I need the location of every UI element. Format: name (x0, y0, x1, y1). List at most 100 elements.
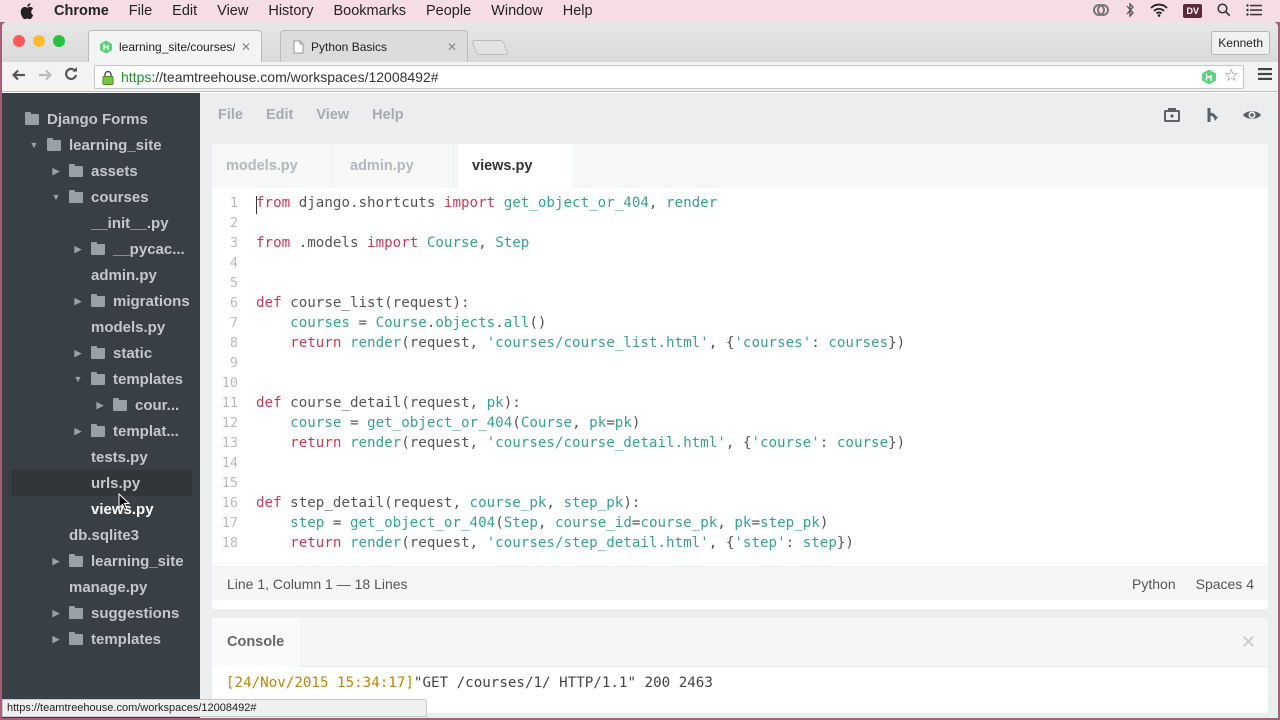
caret-right-icon[interactable]: ▶ (73, 296, 83, 307)
menu-help[interactable]: Help (563, 3, 593, 19)
menu-bookmarks[interactable]: Bookmarks (333, 3, 406, 19)
menu-app-chrome[interactable]: Chrome (54, 3, 109, 19)
close-tab-icon[interactable]: ✕ (241, 40, 251, 54)
close-console-icon[interactable]: ✕ (1241, 632, 1256, 653)
tree-folder-cour[interactable]: ▶ cour... (2, 392, 200, 418)
tree-folder-templat[interactable]: ▶ templat... (2, 418, 200, 444)
chrome-menu-icon[interactable] (1258, 67, 1272, 85)
workspace-menu-view[interactable]: View (316, 107, 349, 123)
tree-folder-static[interactable]: ▶ static (2, 340, 200, 366)
bookmark-star-icon[interactable]: ☆ (1224, 66, 1239, 86)
preview-eye-icon[interactable] (1242, 105, 1262, 125)
console-output[interactable]: [24/Nov/2015 15:34:17]"GET /courses/1/ H… (226, 675, 1268, 691)
code-line[interactable]: 1 from django.shortcuts import get_object… (212, 193, 1268, 214)
caret-right-icon[interactable]: ▶ (51, 556, 61, 567)
code-area[interactable]: 1 from django.shortcuts import get_object… (212, 188, 1268, 553)
apple-menu-icon[interactable] (20, 3, 34, 19)
close-tab-icon[interactable]: ✕ (447, 40, 457, 54)
caret-right-icon[interactable]: ▶ (95, 400, 105, 411)
file-tab-views[interactable]: views.py (458, 144, 572, 188)
tree-file-tests-py[interactable]: tests.py (2, 444, 200, 470)
close-window-button[interactable] (13, 35, 25, 47)
dv-icon[interactable]: DV (1183, 4, 1202, 18)
back-button[interactable] (6, 68, 32, 86)
tree-file-init-py[interactable]: __init__.py (2, 210, 200, 236)
menu-window[interactable]: Window (491, 3, 543, 19)
workspace-menu-file[interactable]: File (218, 107, 243, 123)
tree-file-manage-py[interactable]: manage.py (2, 574, 200, 600)
caret-down-icon[interactable]: ▼ (73, 374, 83, 384)
tree-file-models-py[interactable]: models.py (2, 314, 200, 340)
caret-right-icon[interactable]: ▶ (51, 166, 61, 177)
caret-down-icon[interactable]: ▼ (29, 140, 39, 150)
caret-right-icon[interactable]: ▶ (73, 426, 83, 437)
zoom-window-button[interactable] (53, 35, 65, 47)
fork-icon[interactable] (1202, 105, 1222, 125)
code-line[interactable]: 8 return render(request, 'courses/course… (212, 333, 1268, 353)
code-line[interactable]: 18 return render(request, 'courses/step_… (212, 533, 1268, 553)
menu-edit[interactable]: Edit (172, 3, 197, 19)
code-line[interactable]: 7 courses = Course.objects.all() (212, 313, 1268, 333)
browser-tab-python-basics[interactable]: Python Basics ✕ (280, 30, 468, 62)
workspace-menu-edit[interactable]: Edit (266, 107, 293, 123)
tree-folder-courses[interactable]: ▼ courses (2, 184, 200, 210)
code-line[interactable]: 13 return render(request, 'courses/cours… (212, 433, 1268, 453)
tree-file-db-sqlite3[interactable]: db.sqlite3 (2, 522, 200, 548)
language-selector[interactable]: Python (1132, 576, 1176, 592)
bluetooth-icon[interactable] (1125, 1, 1135, 21)
code-line[interactable]: 2 (212, 213, 1268, 233)
creative-cloud-icon[interactable] (1092, 2, 1110, 21)
code-line[interactable]: 5 (212, 273, 1268, 293)
file-tab-models[interactable]: models.py (212, 144, 332, 188)
menu-people[interactable]: People (426, 3, 471, 19)
caret-right-icon[interactable]: ▶ (73, 348, 83, 359)
indent-selector[interactable]: Spaces 4 (1196, 576, 1254, 592)
caret-down-icon[interactable]: ▼ (51, 192, 61, 202)
snapshot-icon[interactable] (1162, 105, 1182, 125)
tree-file-urls-py[interactable]: urls.py (11, 470, 192, 496)
menu-view[interactable]: View (217, 3, 248, 19)
tree-file-views-py[interactable]: views.py (2, 496, 200, 522)
code-line[interactable]: 15 (212, 473, 1268, 493)
file-tab-admin[interactable]: admin.py (332, 144, 454, 188)
forward-button[interactable] (32, 68, 58, 86)
menu-file[interactable]: File (129, 3, 152, 19)
code-line[interactable]: 16 def step_detail(request, course_pk, st… (212, 493, 1268, 513)
code-line[interactable]: 17 step = get_object_or_404(Step, course… (212, 513, 1268, 533)
browser-tab-workspace[interactable]: learning_site/courses/views.py ✕ (88, 30, 262, 62)
tree-folder-templates[interactable]: ▶ templates (2, 626, 200, 652)
tree-folder-migrations[interactable]: ▶ migrations (2, 288, 200, 314)
code-line[interactable]: 3 from .models import Course, Step (212, 233, 1268, 253)
profile-button[interactable]: Kenneth (1211, 31, 1270, 55)
code-line[interactable]: 12 course = get_object_or_404(Course, pk… (212, 413, 1268, 433)
code-line[interactable]: 14 (212, 453, 1268, 473)
tree-folder-django-forms[interactable]: Django Forms (2, 106, 200, 132)
workspace-menu-help[interactable]: Help (372, 107, 403, 123)
tree-folder-templates[interactable]: ▼ templates (2, 366, 200, 392)
address-bar[interactable]: https://teamtreehouse.com/workspaces/120… (94, 65, 1244, 89)
spotlight-search-icon[interactable] (1217, 2, 1231, 20)
code-line[interactable]: 6 def course_list(request): (212, 293, 1268, 313)
new-tab-button[interactable] (471, 40, 509, 55)
wifi-icon[interactable] (1150, 3, 1169, 20)
url-text[interactable]: https://teamtreehouse.com/workspaces/120… (121, 69, 439, 85)
tree-folder-learning-site[interactable]: ▼ learning_site (2, 132, 200, 158)
menu-history[interactable]: History (268, 3, 313, 19)
caret-right-icon[interactable]: ▶ (51, 608, 61, 619)
code-line[interactable]: 10 (212, 373, 1268, 393)
treehouse-extension-icon[interactable] (1201, 69, 1217, 85)
tree-file-admin-py[interactable]: admin.py (2, 262, 200, 288)
caret-right-icon[interactable]: ▶ (73, 244, 83, 255)
notification-center-icon[interactable] (1246, 3, 1262, 19)
code-line[interactable]: 9 (212, 353, 1268, 373)
reload-button[interactable] (58, 67, 84, 86)
caret-right-icon[interactable]: ▶ (51, 634, 61, 645)
tree-folder-suggestions[interactable]: ▶ suggestions (2, 600, 200, 626)
console-tab[interactable]: Console (212, 617, 300, 667)
tree-folder-pycac[interactable]: ▶ __pycac... (2, 236, 200, 262)
code-line[interactable]: 4 (212, 253, 1268, 273)
tree-folder-learning-site[interactable]: ▶ learning_site (2, 548, 200, 574)
code-line[interactable]: 11 def course_detail(request, pk): (212, 393, 1268, 413)
tree-folder-assets[interactable]: ▶ assets (2, 158, 200, 184)
minimize-window-button[interactable] (33, 35, 45, 47)
